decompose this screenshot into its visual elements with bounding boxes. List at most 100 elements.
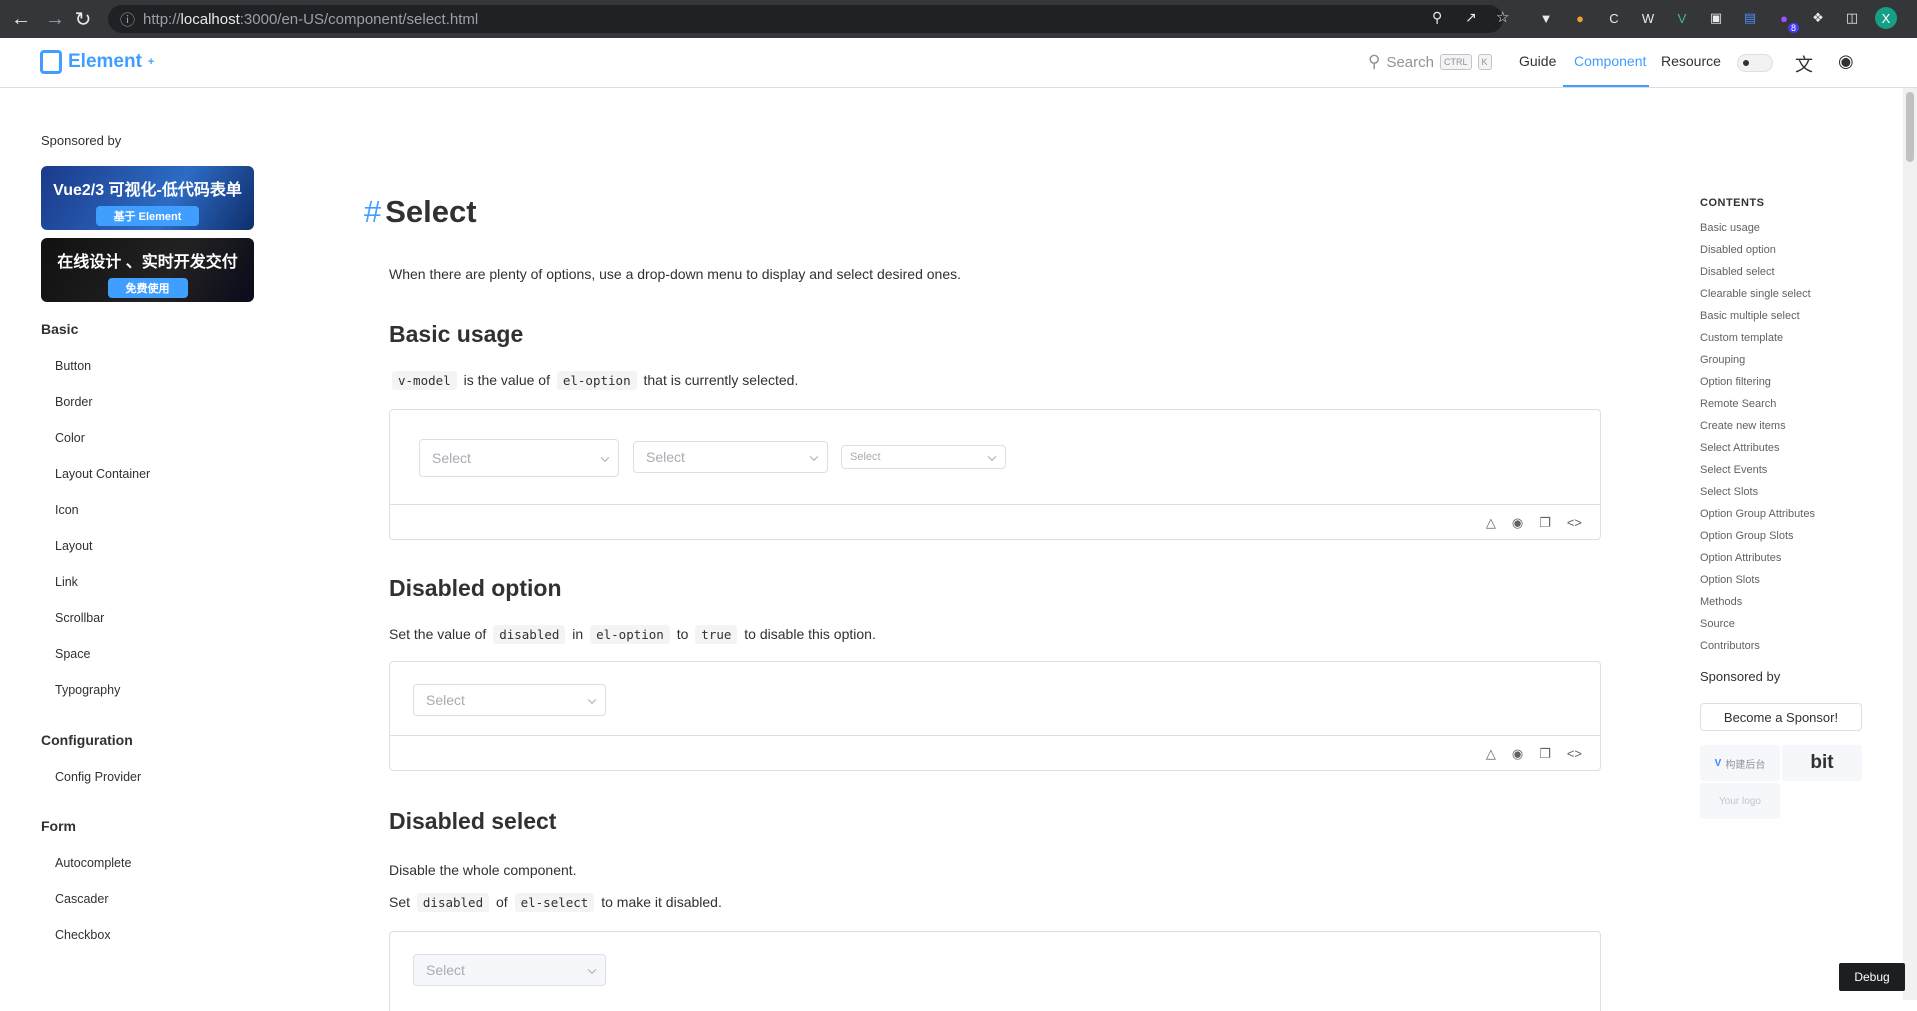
intro-text: When there are plenty of options, use a … [389,266,962,282]
demo-basic-usage: Select Select Select △ ◉ ❐ <> [389,409,1601,540]
cookie-extension-icon[interactable]: ● [1569,7,1591,29]
sidebar-item-layout[interactable]: Layout [55,539,93,553]
back-icon[interactable]: ← [4,2,38,36]
element-plus-logo[interactable]: Element + [40,50,154,74]
side-panel-icon[interactable]: ◫ [1841,7,1863,29]
sidebar-item-config-provider[interactable]: Config Provider [55,770,141,784]
toc-item[interactable]: Option Group Slots [1700,530,1794,542]
demo-toolbar-icons: △ ◉ ❐ <> [1486,746,1582,762]
toc-item[interactable]: Disabled select [1700,266,1775,278]
sidebar-item-cascader[interactable]: Cascader [55,892,109,906]
toc-item[interactable]: Methods [1700,596,1742,608]
translate-extension-icon[interactable]: ▤ [1739,7,1761,29]
profile-avatar[interactable]: X [1875,7,1897,29]
logo-text: Element [68,51,142,72]
toc-item[interactable]: Select Events [1700,464,1767,476]
main-content: # Select When there are plenty of options… [360,89,1610,1011]
share-icon[interactable]: ↗ [1465,9,1477,26]
sidebar-item-scrollbar[interactable]: Scrollbar [55,611,104,625]
toc-item[interactable]: Contributors [1700,640,1760,652]
zoom-icon[interactable]: ⚲ [1432,9,1442,26]
github-edit-icon[interactable]: ◉ [1512,515,1523,531]
toc-item[interactable]: Option Group Attributes [1700,508,1815,520]
language-icon[interactable]: 文 [1795,51,1813,77]
toc-item[interactable]: Create new items [1700,420,1786,432]
github-icon[interactable]: ◉ [1838,51,1854,72]
sponsor-logo-1[interactable]: V 构建后台 [1700,745,1780,781]
filter-extension-icon[interactable]: ▼ [1535,7,1557,29]
nav-component[interactable]: Component [1574,53,1646,69]
sidebar-item-icon[interactable]: Icon [55,503,79,517]
toc-item[interactable]: Select Slots [1700,486,1758,498]
title-anchor[interactable]: # [364,194,381,229]
page-scrollbar[interactable] [1903,88,1917,1000]
dark-mode-toggle[interactable] [1737,54,1773,72]
vue-devtools-icon[interactable]: V [1671,7,1693,29]
banner2-title: 在线设计 、实时开发交付 [57,254,238,271]
toc-item[interactable]: Grouping [1700,354,1745,366]
do-text1: Set the value of [389,626,487,642]
address-bar[interactable]: ⓘ http://localhost:3000/en-US/component/… [108,5,1503,33]
toc-item[interactable]: Clearable single select [1700,288,1811,300]
sidebar-item-checkbox[interactable]: Checkbox [55,928,111,942]
toc-item[interactable]: Disabled option [1700,244,1776,256]
toc-item[interactable]: Basic usage [1700,222,1760,234]
sponsor-banner-design[interactable]: 在线设计 、实时开发交付 免费使用 [41,238,254,302]
bookmark-star-icon[interactable]: ☆ [1496,8,1509,26]
select-large[interactable]: Select [419,439,619,477]
debug-button[interactable]: Debug [1839,963,1905,991]
sponsor-banner-form[interactable]: Vue2/3 可视化-低代码表单 基于 Element [41,166,254,230]
ds-text3: to make it disabled. [601,894,722,910]
select-small[interactable]: Select [841,445,1006,469]
left-sidebar: Sponsored by Vue2/3 可视化-低代码表单 基于 Element… [0,89,300,1000]
sidebar-item-color[interactable]: Color [55,431,85,445]
sidebar-item-border[interactable]: Border [55,395,93,409]
sidebar-item-link[interactable]: Link [55,575,78,589]
logo-sup: + [147,56,155,68]
playground-icon[interactable]: △ [1486,746,1496,762]
toc-item[interactable]: Remote Search [1700,398,1776,410]
toc-item[interactable]: Select Attributes [1700,442,1780,454]
sidebar-item-space[interactable]: Space [55,647,90,661]
search-label: Search [1386,53,1434,71]
toc-item[interactable]: Basic multiple select [1700,310,1800,322]
become-sponsor-button[interactable]: Become a Sponsor! [1700,703,1862,731]
select-default[interactable]: Select [633,441,828,473]
code-el-option: el-option [556,371,637,390]
chevron-down-icon [587,695,597,704]
select-disabled-option[interactable]: Select [413,684,606,716]
scrollbar-thumb[interactable] [1906,92,1914,162]
kbd-k: K [1477,54,1492,70]
screenshot-extension-icon[interactable]: ▣ [1705,7,1727,29]
github-edit-icon[interactable]: ◉ [1512,746,1523,762]
sidebar-item-typography[interactable]: Typography [55,683,120,697]
playground-icon[interactable]: △ [1486,515,1496,531]
select-disabled: Select [413,954,606,986]
sidebar-item-button[interactable]: Button [55,359,91,373]
toc-item[interactable]: Option Attributes [1700,552,1781,564]
nav-resource[interactable]: Resource [1661,53,1721,69]
puzzle-extensions-icon[interactable]: ❖ [1807,7,1829,29]
notification-extension-icon[interactable]: ● 8 [1773,7,1799,33]
element-logo-icon [40,50,62,74]
sidebar-group-configuration: Configuration [41,732,133,748]
url-rest: :3000/en-US/component/select.html [239,10,479,28]
view-source-icon[interactable]: <> [1567,746,1582,762]
vue-logo-icon: V [1714,757,1722,769]
sidebar-item-layout-container[interactable]: Layout Container [55,467,150,481]
toc-item[interactable]: Option Slots [1700,574,1760,586]
copy-icon[interactable]: ❐ [1539,746,1551,762]
ci-extension-icon[interactable]: C [1603,7,1625,29]
w-extension-icon[interactable]: W [1637,7,1659,29]
toc-item[interactable]: Option filtering [1700,376,1771,388]
reload-icon[interactable]: ↻ [66,2,100,36]
your-logo-placeholder[interactable]: Your logo [1700,783,1780,819]
sponsor-logo-bit[interactable]: bit [1782,745,1862,781]
sidebar-item-autocomplete[interactable]: Autocomplete [55,856,131,870]
toc-item[interactable]: Custom template [1700,332,1783,344]
nav-guide[interactable]: Guide [1519,53,1556,69]
search-button[interactable]: ⚲ Search CTRL K [1368,52,1492,72]
toc-item[interactable]: Source [1700,618,1735,630]
copy-icon[interactable]: ❐ [1539,515,1551,531]
view-source-icon[interactable]: <> [1567,515,1582,531]
